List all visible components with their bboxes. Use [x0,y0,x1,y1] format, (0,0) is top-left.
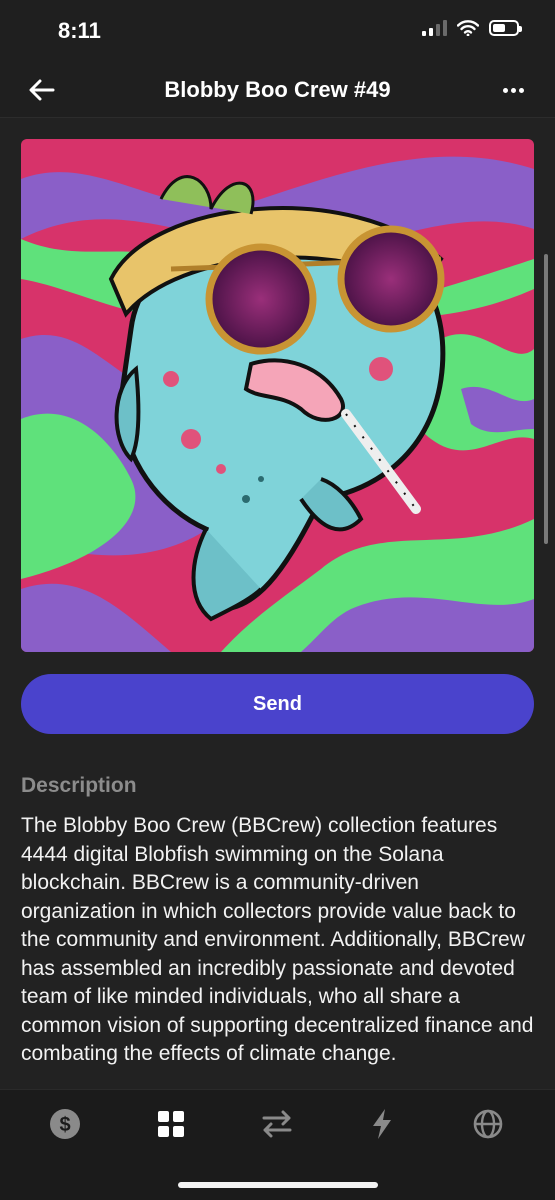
home-indicator [178,1182,378,1188]
status-bar: 8:11 [0,0,555,62]
tab-swap[interactable] [257,1106,297,1142]
status-time: 8:11 [58,18,101,43]
swap-icon [262,1110,292,1138]
description-label: Description [21,774,137,797]
cellular-signal-icon [422,20,447,36]
tab-collectibles[interactable] [151,1106,191,1142]
tab-browser[interactable] [468,1106,508,1142]
battery-icon [489,20,522,36]
nft-artwork-blobfish [21,139,534,652]
wifi-icon [457,20,479,36]
nft-image [21,139,534,652]
description-text: The Blobby Boo Crew (BBCrew) collection … [21,814,534,1065]
scrollbar[interactable] [544,254,548,544]
globe-icon [473,1109,503,1139]
more-horizontal-icon [502,87,508,93]
navigation-bar: Blobby Boo Crew #49 [0,62,555,118]
send-button[interactable]: Send [21,674,534,734]
lightning-icon [373,1109,391,1139]
page-title: Blobby Boo Crew #49 [164,77,391,102]
tab-activity[interactable] [362,1106,402,1142]
bottom-tab-bar: $ [0,1089,555,1200]
collectibles-grid-icon [158,1111,184,1137]
tab-wallet[interactable]: $ [45,1106,85,1142]
svg-text:$: $ [59,1114,70,1136]
status-icons [422,20,522,36]
more-options-button[interactable] [499,76,527,104]
dollar-icon: $ [50,1109,80,1139]
nft-detail-content[interactable]: Send Description The Blobby Boo Crew (BB… [0,119,555,1089]
